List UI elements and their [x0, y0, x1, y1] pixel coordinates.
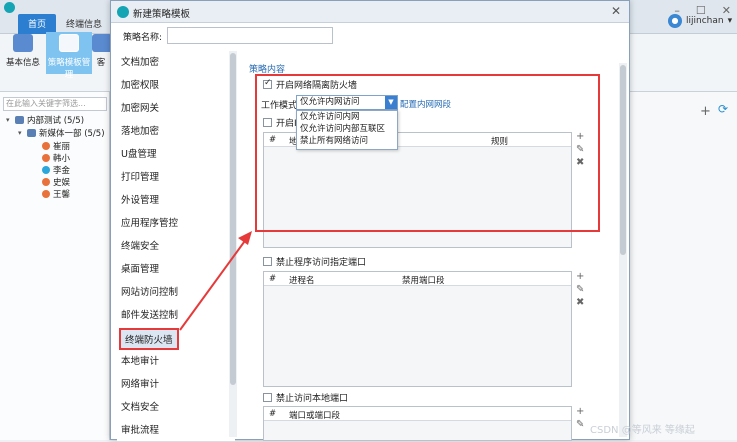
arrow-head: [238, 231, 252, 245]
arrow-line: [179, 237, 248, 331]
annotation-arrow: [179, 231, 252, 331]
